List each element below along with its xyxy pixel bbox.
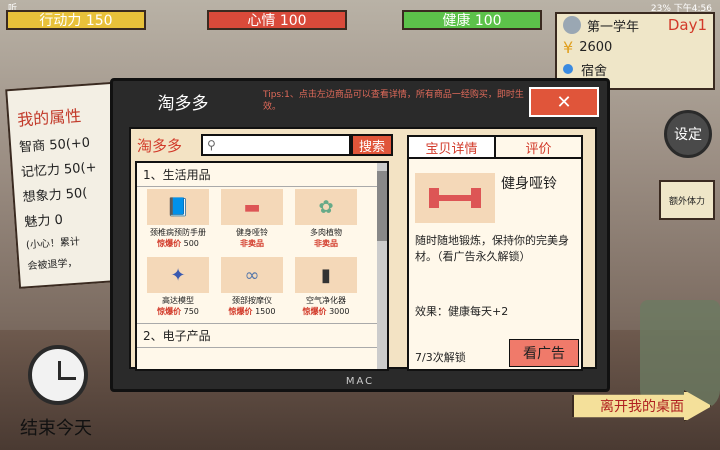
product-name: 高达模型: [162, 296, 194, 305]
yen-icon: ¥: [563, 37, 574, 57]
product-item[interactable]: ✦ 高达模型 惊爆价 750: [143, 257, 213, 321]
product-price-row: 惊爆价 750: [143, 306, 213, 317]
money-value: 2600: [579, 39, 613, 55]
clock-icon: [563, 16, 581, 34]
product-item[interactable]: 📘 颈椎病预防手册 惊爆价 500: [143, 189, 213, 253]
watch-ad-button[interactable]: 看广告: [509, 339, 579, 367]
shop-modal: 淘多多 Tips:1、点击左边商品可以查看详情，所有商品一经购买，即时生效。 ✕…: [110, 78, 610, 392]
price-label: 非卖品: [240, 239, 264, 248]
price-label: 惊爆价: [157, 307, 182, 316]
detail-name: 健身哑铃: [501, 176, 557, 192]
price-value: 1500: [255, 307, 276, 316]
modal-header: 淘多多 Tips:1、点击左边商品可以查看详情，所有商品一经购买，即时生效。 ✕: [113, 81, 607, 121]
book-icon: 📘: [147, 189, 209, 225]
search-button[interactable]: 搜索: [351, 134, 393, 156]
modal-title: 淘多多: [157, 93, 209, 114]
shop-name: 淘多多: [137, 137, 183, 155]
price-value: 750: [183, 307, 199, 316]
attributes-title: 我的属性: [16, 106, 82, 130]
attr-line: 想象力 50(: [22, 185, 88, 206]
modal-body: 淘多多 ⚲ 搜索 1、生活用品 📘 颈椎病预防手册 惊爆价 500 ▬ 健身哑铃…: [129, 127, 597, 371]
clock-icon[interactable]: [28, 345, 88, 405]
price-label: 惊爆价: [228, 307, 253, 316]
product-name: 颈部按摩仪: [232, 296, 272, 305]
tab-reviews[interactable]: 评价: [496, 137, 581, 157]
scrollbar-thumb[interactable]: [377, 171, 387, 241]
year-row: 第一学年 Day1: [557, 14, 713, 36]
robot-model-icon: ✦: [147, 257, 209, 293]
action-points-bar: 行动力 150: [6, 10, 146, 30]
product-price-row: 惊爆价 500: [143, 238, 213, 249]
detail-tabs: 宝贝详情 评价: [409, 137, 581, 159]
attr-line: 魅力 0: [24, 212, 64, 231]
product-item[interactable]: ▬ 健身哑铃 非卖品: [217, 189, 287, 253]
detail-effect: 效果：健康每天+2: [415, 305, 509, 318]
price-value: 3000: [329, 307, 350, 316]
day-label: Day1: [667, 16, 707, 34]
price-label: 惊爆价: [157, 239, 182, 248]
location-row: 宿舍: [557, 58, 713, 80]
detail-description: 随时随地锻炼，保持你的完美身材。（看广告永久解锁）: [415, 234, 569, 263]
air-purifier-icon: ▮: [295, 257, 357, 293]
location-icon: [563, 64, 573, 74]
attr-line: 记忆力 50(+: [20, 160, 98, 181]
product-price-row: 惊爆价 3000: [291, 306, 361, 317]
end-day-button[interactable]: 结束今天: [20, 414, 92, 440]
health-bar: 健康 100: [402, 10, 542, 30]
attr-line: 智商 50(+0: [18, 135, 91, 156]
product-name: 空气净化器: [306, 296, 346, 305]
product-detail: 宝贝详情 评价 健身哑铃 随时随地锻炼，保持你的完美身材。（看广告永久解锁） 效…: [407, 135, 583, 371]
search-icon: ⚲: [207, 138, 216, 152]
dumbbell-icon: ▬: [221, 189, 283, 225]
product-price-row: 非卖品: [217, 238, 287, 249]
product-name: 颈椎病预防手册: [150, 228, 206, 237]
unlock-progress: 7/3次解锁: [415, 351, 466, 364]
tab-details[interactable]: 宝贝详情: [409, 137, 496, 157]
product-item[interactable]: ∞ 颈部按摩仪 惊爆价 1500: [217, 257, 287, 321]
neck-massager-icon: ∞: [221, 257, 283, 293]
extra-stamina-button[interactable]: 额外体力: [659, 180, 715, 220]
product-item[interactable]: ✿ 多肉植物 非卖品: [291, 189, 361, 253]
search-input[interactable]: ⚲: [201, 134, 351, 156]
product-item[interactable]: ▮ 空气净化器 惊爆价 3000: [291, 257, 361, 321]
category-title: 2、电子产品: [137, 323, 387, 348]
location-label: 宿舍: [581, 63, 608, 79]
money-row: ¥ 2600: [557, 36, 713, 58]
product-name: 健身哑铃: [236, 228, 268, 237]
product-grid: 📘 颈椎病预防手册 惊爆价 500 ▬ 健身哑铃 非卖品 ✿ 多肉植物 非卖品 …: [137, 187, 387, 323]
product-price-row: 非卖品: [291, 238, 361, 249]
mood-bar: 心情 100: [207, 10, 347, 30]
modal-tips: Tips:1、点击左边商品可以查看详情，所有商品一经购买，即时生效。: [263, 90, 524, 112]
product-list: 1、生活用品 📘 颈椎病预防手册 惊爆价 500 ▬ 健身哑铃 非卖品 ✿ 多肉…: [135, 161, 389, 371]
plant-icon: ✿: [295, 189, 357, 225]
settings-button[interactable]: 设定: [664, 110, 712, 158]
close-button[interactable]: ✕: [529, 87, 599, 117]
dumbbell-icon: [415, 173, 495, 223]
price-label: 非卖品: [314, 239, 338, 248]
category-title: 1、生活用品: [137, 163, 387, 187]
price-label: 惊爆价: [302, 307, 327, 316]
plant-pot: [640, 300, 720, 410]
product-price-row: 惊爆价 1500: [217, 306, 287, 317]
monitor-brand: MAC: [345, 376, 375, 387]
list-scrollbar[interactable]: [377, 163, 387, 369]
product-name: 多肉植物: [310, 228, 342, 237]
price-value: 500: [183, 239, 199, 248]
year-label: 第一学年: [587, 19, 640, 35]
